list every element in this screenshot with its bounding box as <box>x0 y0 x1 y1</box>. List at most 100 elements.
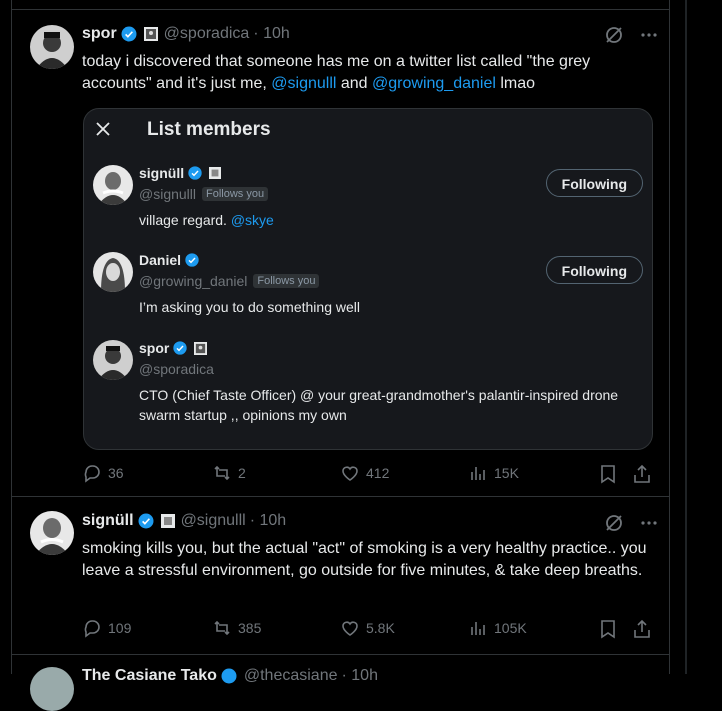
tweet[interactable]: The Casiane Tako @thecasiane · 10h <box>12 655 669 711</box>
like-count: 5.8K <box>366 620 395 636</box>
member-name: Daniel <box>139 252 200 268</box>
verified-badge-icon <box>138 513 154 529</box>
like-action[interactable]: 5.8K <box>340 618 395 638</box>
tweet-text-part: lmao <box>495 75 536 92</box>
author-handle[interactable]: @sporadica <box>164 25 250 43</box>
tweet-text-part: and <box>336 75 373 92</box>
scrollbar[interactable] <box>685 0 687 674</box>
verified-badge-icon <box>185 253 199 267</box>
grok-icon[interactable] <box>604 25 624 45</box>
profile-emoji-icon <box>143 27 158 41</box>
heart-icon <box>342 621 358 636</box>
tweet-text: smoking kills you, but the actual "act" … <box>82 540 647 579</box>
avatar[interactable] <box>30 25 74 69</box>
author-name[interactable]: The Casiane Tako <box>82 667 217 685</box>
grok-icon[interactable] <box>604 513 624 533</box>
tweet-top-actions <box>604 25 658 45</box>
tweet-actions: 36 2 412 15K <box>82 463 652 485</box>
retweet-action[interactable]: 2 <box>212 463 246 483</box>
member-bio-text: village regard. <box>139 212 231 228</box>
follows-you-badge: Follows you <box>202 187 269 201</box>
tweet-actions: 109 385 5.8K 105K <box>82 618 652 640</box>
like-action[interactable]: 412 <box>340 463 389 483</box>
reply-action[interactable]: 109 <box>82 618 131 638</box>
more-icon[interactable] <box>640 26 658 44</box>
heart-icon <box>342 466 358 481</box>
member-name-text[interactable]: Daniel <box>139 252 181 268</box>
verified-badge-icon <box>173 341 188 355</box>
member-handle-row: @sporadica <box>139 361 214 377</box>
list-member[interactable]: signüll @signulll Follows you village re… <box>84 165 652 235</box>
bookmark-icon[interactable] <box>599 464 617 484</box>
member-handle[interactable]: @sporadica <box>139 361 214 377</box>
author-handle[interactable]: @signulll <box>181 512 246 530</box>
reply-icon <box>84 465 100 483</box>
verified-badge-icon <box>188 166 202 180</box>
profile-emoji-icon <box>209 167 222 179</box>
more-icon[interactable] <box>640 514 658 532</box>
author-name[interactable]: signüll <box>82 512 134 530</box>
profile-emoji-icon <box>160 514 175 528</box>
member-name-text[interactable]: spor <box>139 340 169 356</box>
profile-emoji-icon <box>194 341 208 355</box>
bookmark-icon[interactable] <box>599 619 617 639</box>
verified-badge-icon <box>121 26 137 42</box>
view-count: 105K <box>494 620 527 636</box>
mention-link[interactable]: @growing_daniel <box>372 75 496 92</box>
reply-action[interactable]: 36 <box>82 463 124 483</box>
list-member[interactable]: Daniel @growing_daniel Follows you I’m a… <box>84 252 652 322</box>
mention-link[interactable]: @signulll <box>271 75 336 92</box>
tweet-header: signüll @signulll · 10h <box>82 512 286 530</box>
member-bio: village regard. @skye <box>139 210 629 230</box>
member-bio: I’m asking you to do something well <box>139 299 360 315</box>
avatar[interactable] <box>93 340 133 380</box>
views-icon <box>471 467 485 480</box>
retweet-count: 2 <box>238 465 246 481</box>
card-title: List members <box>147 119 271 140</box>
share-icon[interactable] <box>633 464 651 484</box>
member-name-text[interactable]: signüll <box>139 165 184 181</box>
share-icon[interactable] <box>633 619 651 639</box>
view-count: 15K <box>494 465 519 481</box>
tweet[interactable]: signüll @signulll · 10h smoking kills yo… <box>12 497 669 655</box>
member-bio: CTO (Chief Taste Officer) @ your great-g… <box>139 387 619 423</box>
avatar[interactable] <box>93 252 133 292</box>
tweet-top-actions <box>604 513 658 533</box>
timestamp[interactable]: · 10h <box>253 25 289 43</box>
author-handle[interactable]: @thecasiane <box>244 667 338 685</box>
avatar[interactable] <box>93 165 133 205</box>
list-member[interactable]: spor @sporadica CTO (Chief Taste Officer… <box>84 340 652 430</box>
author-name[interactable]: spor <box>82 25 117 43</box>
retweet-action[interactable]: 385 <box>212 618 261 638</box>
member-handle-row: @growing_daniel Follows you <box>139 273 320 289</box>
close-icon[interactable] <box>95 121 111 137</box>
following-button[interactable]: Following <box>545 256 643 284</box>
timestamp[interactable]: · 10h <box>342 667 378 685</box>
tweet-header: The Casiane Tako @thecasiane · 10h <box>82 667 378 685</box>
retweet-count: 385 <box>238 620 262 636</box>
timeline: spor @sporadica · 10h today i discovered… <box>11 0 670 711</box>
reply-count: 36 <box>108 465 124 481</box>
reply-icon <box>84 620 100 638</box>
timestamp[interactable]: · 10h <box>250 512 286 530</box>
list-members-card[interactable]: List members signüll @signulll Follows y… <box>83 108 653 450</box>
following-button[interactable]: Following <box>545 169 643 197</box>
avatar[interactable] <box>30 511 74 555</box>
views-action[interactable]: 15K <box>468 463 519 483</box>
retweet-icon <box>214 465 230 481</box>
views-action[interactable]: 105K <box>468 618 527 638</box>
retweet-icon <box>214 620 230 636</box>
member-name: spor <box>139 340 208 356</box>
member-handle[interactable]: @signulll <box>139 186 196 202</box>
follows-you-badge: Follows you <box>253 274 320 288</box>
tweet-header: spor @sporadica · 10h <box>82 25 290 43</box>
tweet-text: today i discovered that someone has me o… <box>82 51 642 95</box>
like-count: 412 <box>366 465 390 481</box>
views-icon <box>471 622 485 635</box>
member-name: signüll <box>139 165 222 181</box>
reply-count: 109 <box>108 620 132 636</box>
tweet[interactable]: spor @sporadica · 10h today i discovered… <box>12 10 669 497</box>
member-handle[interactable]: @growing_daniel <box>139 273 247 289</box>
mention-link[interactable]: @skye <box>231 212 274 228</box>
member-handle-row: @signulll Follows you <box>139 186 269 202</box>
